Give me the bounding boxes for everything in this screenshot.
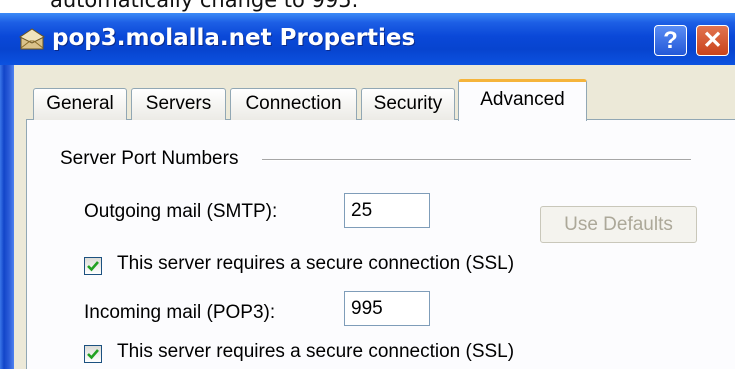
window-title: pop3.molalla.net Properties bbox=[52, 25, 416, 51]
tab-security[interactable]: Security bbox=[361, 88, 455, 120]
incoming-ssl-label[interactable]: This server requires a secure connection… bbox=[117, 341, 514, 363]
outgoing-port-input[interactable] bbox=[344, 193, 430, 228]
checkmark-icon bbox=[87, 349, 99, 360]
incoming-ssl-checkbox[interactable] bbox=[84, 345, 102, 363]
use-defaults-button[interactable]: Use Defaults bbox=[540, 206, 697, 243]
incoming-port-input[interactable] bbox=[344, 291, 430, 326]
tab-advanced-label: Advanced bbox=[480, 89, 565, 110]
properties-dialog: pop3.molalla.net Properties ? ✕ General … bbox=[0, 13, 735, 369]
help-button[interactable]: ? bbox=[654, 25, 687, 56]
caption-text: automatically change to 995. bbox=[50, 0, 359, 12]
tab-general-label: General bbox=[46, 93, 114, 114]
group-divider bbox=[262, 159, 691, 161]
incoming-mail-label: Incoming mail (POP3): bbox=[84, 302, 276, 323]
tab-servers[interactable]: Servers bbox=[131, 88, 226, 120]
tab-general[interactable]: General bbox=[33, 88, 127, 120]
mail-account-icon bbox=[19, 27, 45, 51]
outgoing-ssl-checkbox[interactable] bbox=[84, 257, 102, 275]
group-title: Server Port Numbers bbox=[60, 148, 243, 170]
tab-servers-label: Servers bbox=[145, 93, 212, 114]
close-icon: ✕ bbox=[702, 27, 723, 54]
outgoing-mail-label: Outgoing mail (SMTP): bbox=[84, 201, 278, 222]
close-button[interactable]: ✕ bbox=[696, 25, 729, 56]
title-bar[interactable]: pop3.molalla.net Properties ? ✕ bbox=[0, 13, 735, 65]
window-left-border bbox=[0, 13, 14, 369]
tab-security-label: Security bbox=[373, 93, 443, 114]
outgoing-ssl-label[interactable]: This server requires a secure connection… bbox=[117, 253, 514, 275]
tab-connection-label: Connection bbox=[245, 93, 342, 114]
tab-connection[interactable]: Connection bbox=[230, 88, 357, 120]
checkmark-icon bbox=[87, 261, 99, 272]
tab-advanced[interactable]: Advanced bbox=[458, 79, 587, 121]
